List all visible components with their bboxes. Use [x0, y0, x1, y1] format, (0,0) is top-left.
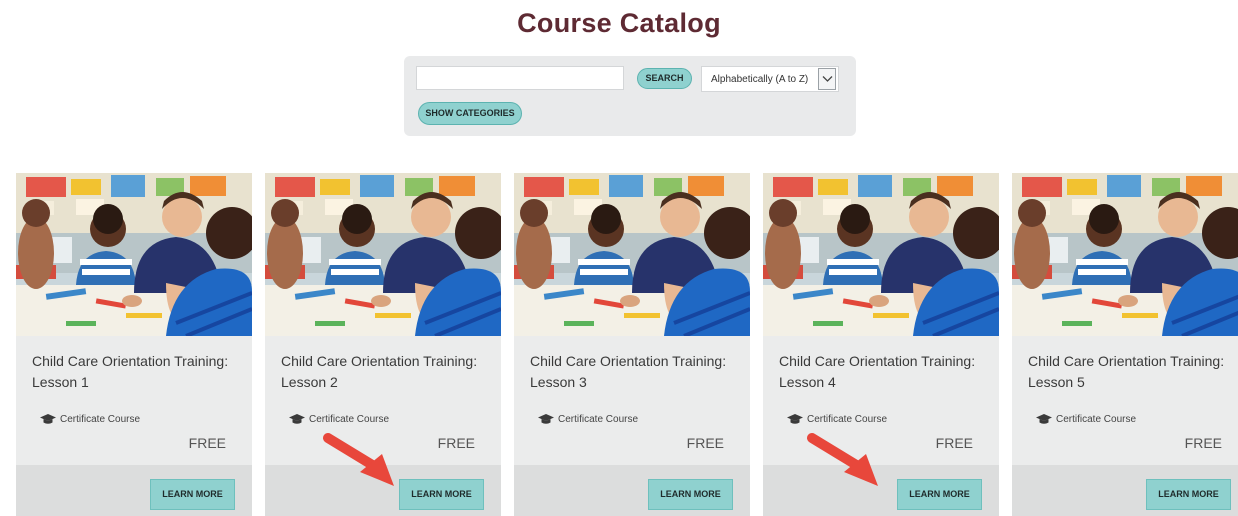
learn-more-button[interactable]: LEARN MORE — [648, 479, 733, 510]
chevron-down-icon[interactable] — [818, 68, 836, 90]
search-input[interactable] — [416, 66, 624, 90]
graduation-cap-icon — [787, 414, 803, 424]
course-type-label: Certificate Course — [309, 414, 390, 425]
course-type-label: Certificate Course — [807, 414, 888, 425]
course-title[interactable]: Child Care Orientation Training: Lesson … — [1028, 351, 1233, 393]
course-title[interactable]: Child Care Orientation Training: Lesson … — [281, 351, 486, 393]
course-image[interactable] — [514, 173, 750, 336]
course-type: Certificate Course — [40, 414, 140, 425]
course-image[interactable] — [1012, 173, 1238, 336]
learn-more-button[interactable]: LEARN MORE — [399, 479, 484, 510]
graduation-cap-icon — [289, 414, 305, 424]
course-type: Certificate Course — [787, 414, 887, 425]
course-title[interactable]: Child Care Orientation Training: Lesson … — [779, 351, 984, 393]
search-button[interactable]: SEARCH — [637, 68, 692, 89]
course-price: FREE — [437, 435, 475, 451]
show-categories-button[interactable]: SHOW CATEGORIES — [418, 102, 522, 125]
learn-more-button[interactable]: LEARN MORE — [1146, 479, 1231, 510]
course-price: FREE — [188, 435, 226, 451]
card-footer: LEARN MORE — [514, 465, 750, 516]
learn-more-button[interactable]: LEARN MORE — [897, 479, 982, 510]
page-title: Course Catalog — [517, 8, 721, 38]
course-image[interactable] — [16, 173, 252, 336]
red-arrow-icon — [323, 433, 394, 486]
card-footer: LEARN MORE — [1012, 465, 1238, 516]
course-type-label: Certificate Course — [60, 414, 141, 425]
course-type: Certificate Course — [289, 414, 389, 425]
sort-select-value: Alphabetically (A to Z) — [711, 74, 809, 85]
course-type-label: Certificate Course — [558, 414, 639, 425]
course-card[interactable]: Child Care Orientation Training: Lesson … — [1012, 173, 1238, 516]
course-type: Certificate Course — [1036, 414, 1136, 425]
course-card[interactable]: Child Care Orientation Training: Lesson … — [16, 173, 252, 516]
course-type: Certificate Course — [538, 414, 638, 425]
course-title[interactable]: Child Care Orientation Training: Lesson … — [530, 351, 735, 393]
course-price: FREE — [935, 435, 973, 451]
graduation-cap-icon — [40, 414, 56, 424]
learn-more-button[interactable]: LEARN MORE — [150, 479, 235, 510]
course-image[interactable] — [265, 173, 501, 336]
graduation-cap-icon — [1036, 414, 1052, 424]
card-footer: LEARN MORE — [16, 465, 252, 516]
sort-select[interactable]: Alphabetically (A to Z) — [701, 66, 839, 92]
search-panel: SEARCH Alphabetically (A to Z) SHOW CATE… — [404, 56, 856, 136]
course-card[interactable]: Child Care Orientation Training: Lesson … — [514, 173, 750, 516]
red-arrow-icon — [807, 433, 878, 486]
course-price: FREE — [1184, 435, 1222, 451]
course-title[interactable]: Child Care Orientation Training: Lesson … — [32, 351, 237, 393]
course-type-label: Certificate Course — [1056, 414, 1137, 425]
course-price: FREE — [686, 435, 724, 451]
graduation-cap-icon — [538, 414, 554, 424]
course-image[interactable] — [763, 173, 999, 336]
